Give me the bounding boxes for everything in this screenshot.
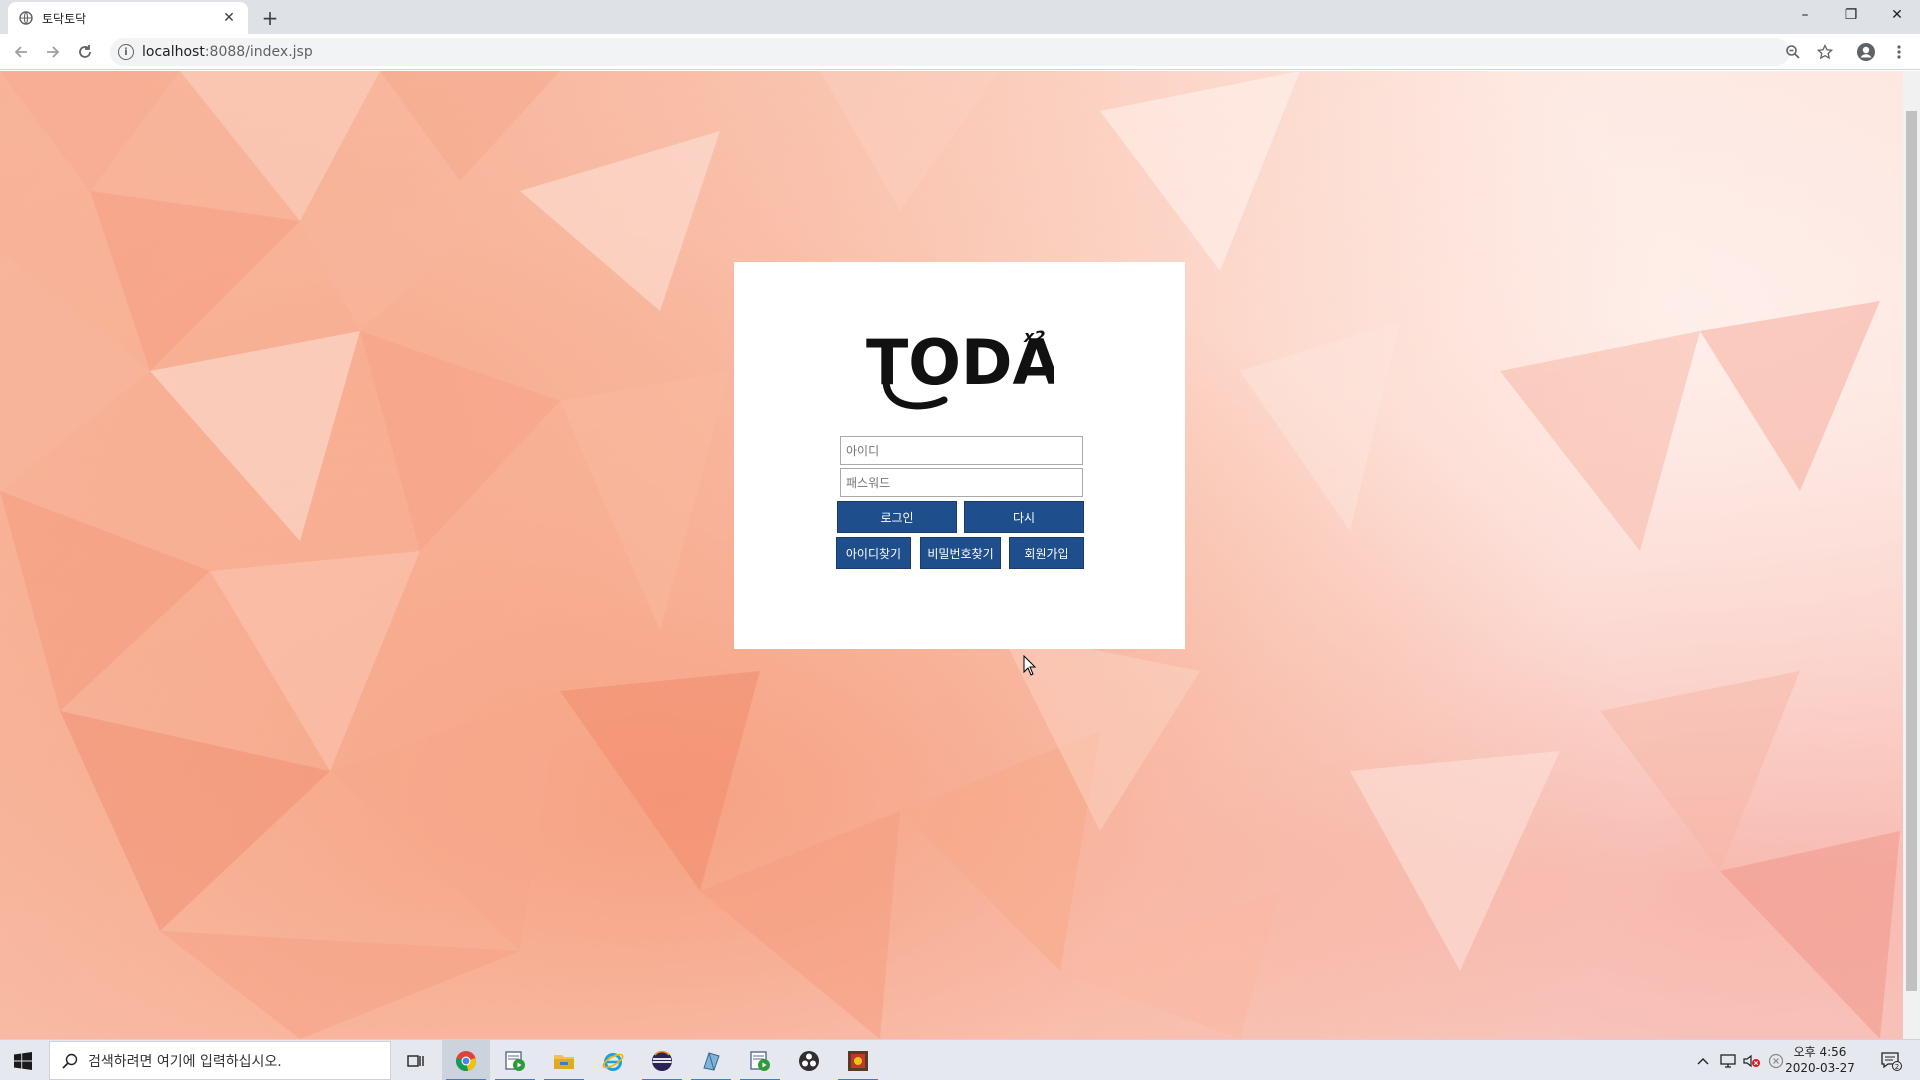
page-scrollbar[interactable] — [1903, 71, 1920, 1039]
network-icon[interactable] — [1717, 1040, 1739, 1080]
volume-muted-icon[interactable] — [1741, 1040, 1763, 1080]
eclipse-icon[interactable] — [638, 1040, 686, 1080]
browser-toolbar: i localhost:8088/index.jsp — [0, 34, 1920, 70]
search-icon — [62, 1053, 78, 1069]
clock-time: 오후 4:56 — [1793, 1045, 1847, 1059]
site-info-icon[interactable]: i — [118, 44, 134, 60]
reset-button[interactable]: 다시 — [964, 501, 1084, 533]
clock-date: 2020-03-27 — [1785, 1061, 1855, 1075]
new-tab-button[interactable]: + — [258, 6, 282, 30]
task-view-icon[interactable] — [392, 1040, 440, 1080]
chrome-taskbar-icon[interactable] — [442, 1040, 490, 1080]
windows-start-icon[interactable] — [0, 1040, 46, 1080]
url-text: localhost:8088/index.jsp — [142, 44, 313, 60]
page-viewport: TODAK x2 아이디 패스워드 로그인 다시 아이디찾기 비밀번호찾기 회원… — [0, 71, 1920, 1039]
login-card: TODAK x2 아이디 패스워드 로그인 다시 아이디찾기 비밀번호찾기 회원… — [734, 262, 1185, 649]
find-password-button[interactable]: 비밀번호찾기 — [920, 537, 1001, 569]
reload-icon[interactable] — [72, 39, 98, 65]
obs-studio-icon[interactable] — [785, 1040, 833, 1080]
bookmark-star-icon[interactable] — [1812, 39, 1838, 65]
address-bar[interactable]: i localhost:8088/index.jsp — [110, 38, 1790, 66]
tab-close-icon[interactable]: ✕ — [220, 9, 238, 27]
taskbar-search[interactable]: 검색하려면 여기에 입력하십시오. — [49, 1041, 391, 1080]
scrollbar-thumb[interactable] — [1906, 111, 1917, 991]
file-explorer-icon[interactable] — [540, 1040, 588, 1080]
browser-tab[interactable]: 토닥토닥 ✕ — [8, 2, 248, 34]
menu-dots-icon[interactable] — [1886, 39, 1912, 65]
browser-tabbar: 토닥토닥 ✕ + – ❐ ✕ — [0, 0, 1920, 34]
tray-chevron-icon[interactable] — [1693, 1040, 1713, 1080]
svg-text:x2: x2 — [1023, 327, 1045, 346]
signup-button[interactable]: 회원가입 — [1009, 537, 1084, 569]
password-input[interactable]: 패스워드 — [840, 468, 1083, 497]
profile-icon[interactable] — [1853, 39, 1879, 65]
globe-icon — [18, 10, 34, 26]
restore-button[interactable]: ❐ — [1828, 0, 1874, 30]
video-player-icon[interactable] — [736, 1040, 784, 1080]
minimize-button[interactable]: – — [1782, 0, 1828, 30]
internet-explorer-icon[interactable] — [589, 1040, 637, 1080]
editor-app-icon[interactable] — [687, 1040, 735, 1080]
todak-logo: TODAK x2 — [864, 320, 1110, 415]
close-window-button[interactable]: ✕ — [1874, 0, 1920, 30]
media-player-icon[interactable] — [491, 1040, 539, 1080]
tab-title: 토닥토닥 — [42, 11, 87, 26]
login-button[interactable]: 로그인 — [837, 501, 957, 533]
taskbar-search-placeholder: 검색하려면 여기에 입력하십시오. — [88, 1053, 282, 1070]
svg-text:2: 2 — [1895, 1063, 1899, 1071]
id-input[interactable]: 아이디 — [840, 436, 1083, 465]
game-app-icon[interactable] — [834, 1040, 882, 1080]
action-center-icon[interactable]: 2 — [1876, 1040, 1906, 1080]
mouse-cursor-icon — [1023, 655, 1037, 676]
forward-icon[interactable] — [40, 39, 66, 65]
zoom-icon[interactable] — [1780, 39, 1806, 65]
back-icon[interactable] — [8, 39, 34, 65]
find-id-button[interactable]: 아이디찾기 — [836, 537, 911, 569]
taskbar-clock[interactable]: 오후 4:56 2020-03-27 — [1780, 1044, 1860, 1076]
windows-taskbar: 검색하려면 여기에 입력하십시오. 오후 4:56 2020-03-27 2 — [0, 1039, 1920, 1080]
